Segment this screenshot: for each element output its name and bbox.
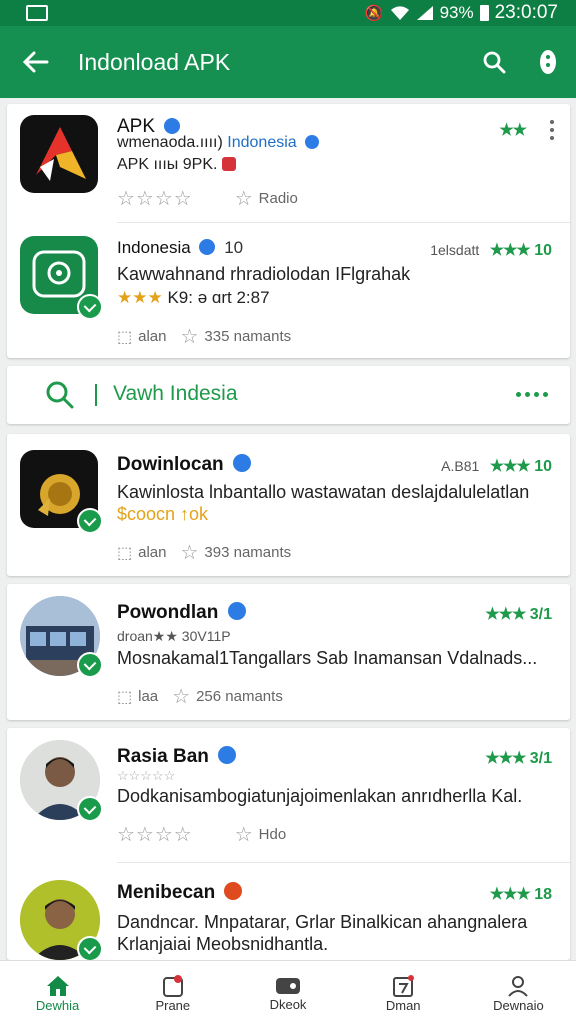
- status-bar: 🔕 93% 23:0:07: [0, 0, 576, 26]
- app-row-apk[interactable]: APK wmenaodа.ıııı) Indonesia APK ıııы 9P…: [7, 104, 570, 222]
- bottom-nav: Dewhia Prane Dkeok Dman Dewnaio: [0, 960, 576, 1025]
- verified-badge-icon: [77, 652, 103, 678]
- verified-badge-icon: [77, 936, 103, 962]
- game-icon: [276, 977, 300, 994]
- verified-icon: [305, 135, 320, 149]
- app-subtitle: droan★★ 30V11P: [117, 628, 231, 644]
- nav-item-home[interactable]: Dewhia: [0, 961, 115, 1025]
- nav-item-prane[interactable]: Prane: [115, 961, 230, 1025]
- nav-item-dkeok[interactable]: Dkeok: [230, 961, 345, 1025]
- empty-stars-icon: ☆☆☆☆: [117, 188, 193, 210]
- list-item[interactable]: Rasia Ban ☆☆☆☆☆ ★★★ 3/1 Dodkanisambogiat…: [7, 728, 570, 862]
- gold-stars-icon: ★★★: [117, 288, 163, 307]
- search-icon: [483, 51, 506, 74]
- app-meta: ⬚ alan ☆ 335 namants: [117, 326, 292, 348]
- app-bar: Indonload APK: [0, 26, 576, 98]
- verified-icon: [224, 882, 243, 900]
- app-description: Dandncar. Mnpatarar, Grlar Binalkican ah…: [117, 912, 528, 932]
- more-menu-icon: [540, 50, 556, 74]
- app-description: Mosnakamal1Tangallars Sab Inamansan Vdal…: [117, 648, 538, 668]
- red-badge-icon: [221, 157, 236, 171]
- empty-stars-icon: ☆☆☆☆: [117, 824, 193, 846]
- app-stats: ★★★ K9: ə ɑrt 2:87: [117, 288, 270, 307]
- app-subtitle: APK ıııы 9PK.: [117, 156, 236, 174]
- list-item[interactable]: Menibecan ★★★ 18 Dandncar. Mnpatarar, Gr…: [7, 862, 570, 962]
- menu-button[interactable]: [528, 42, 568, 82]
- verified-badge-icon: [77, 508, 103, 534]
- app-developer: wmenaodа.ıııı) Indonesia: [117, 134, 320, 152]
- star-outline-icon: ☆: [234, 824, 253, 846]
- search-card[interactable]: Vawh Indesia: [7, 366, 570, 424]
- overflow-menu-icon[interactable]: [550, 120, 554, 140]
- home-icon: [46, 975, 69, 996]
- star-outline-icon: ☆: [180, 542, 199, 564]
- nav-item-profile[interactable]: Dewnaio: [461, 961, 576, 1025]
- search-icon: [46, 381, 74, 409]
- verified-icon: [232, 454, 251, 472]
- verified-badge-icon: [77, 294, 103, 320]
- app-title: Dowinlocan: [117, 454, 251, 476]
- app-meta: ☆☆☆☆ ☆ Hdo: [117, 824, 287, 846]
- screen-cast-icon: [26, 5, 48, 21]
- app-description: Kawinlosta lnbantallo wastawatan deslajd…: [117, 482, 530, 502]
- app-rating: ★★★ 18: [489, 886, 552, 903]
- verified-icon: [199, 239, 216, 255]
- verified-icon: [164, 118, 181, 134]
- search-button[interactable]: [474, 42, 514, 82]
- list-item[interactable]: Dowinlocan A.B81 ★★★ 10 Kawinlosta lnban…: [7, 434, 570, 576]
- wifi-icon: [390, 6, 409, 20]
- app-rating: 1elsdatt ★★★ 10: [430, 242, 552, 259]
- search-separator: [95, 384, 97, 406]
- page-title: Indonload APK: [78, 48, 231, 75]
- share-icon[interactable]: ⬚: [117, 327, 132, 347]
- verified-badge-icon: [77, 796, 103, 822]
- app-description: Dodkanisambogiatunjajoimenlakan anrıdher…: [117, 786, 523, 806]
- featured-card: APK wmenaodа.ıııı) Indonesia APK ıııы 9P…: [7, 104, 570, 358]
- app-title: Menibecan: [117, 882, 243, 904]
- app-row-indonesia[interactable]: Indonesia 10 1elsdatt ★★★ 10 Kawwahnand …: [7, 222, 570, 358]
- app-meta: ⬚ alan ☆ 393 namants: [117, 542, 292, 564]
- star-outline-icon: ☆: [172, 686, 191, 708]
- app-title: Rasia Ban: [117, 746, 237, 768]
- app-title: Powondlan: [117, 602, 246, 624]
- developer-link[interactable]: Indonesia: [227, 134, 296, 151]
- signal-icon: [416, 6, 433, 20]
- meta-label: Radio: [258, 190, 298, 207]
- verified-icon: [218, 746, 237, 764]
- back-button[interactable]: [16, 42, 56, 82]
- app-rating: A.B81 ★★★ 10: [441, 458, 552, 475]
- verified-icon: [227, 602, 246, 620]
- list-item[interactable]: Powondlan ★★★ 3/1 droan★★ 30V11P Mosnaka…: [7, 584, 570, 720]
- search-query[interactable]: Vawh Indesia: [113, 382, 238, 406]
- battery-level: 93%: [439, 3, 474, 22]
- calendar-icon: [393, 974, 415, 997]
- app-description-2: Krlanjaiai Meobsnidhantla.: [117, 934, 329, 954]
- app-meta: ☆☆☆☆ ☆ Radio: [117, 186, 298, 211]
- nav-item-dman[interactable]: Dman: [346, 961, 461, 1025]
- clock: 23:0:07: [494, 2, 558, 23]
- arrow-back-icon: [23, 51, 49, 73]
- app-description: Kawwahnand rhradiolodan IFlgrahak: [117, 264, 411, 284]
- profile-icon: [508, 975, 529, 997]
- list-card: Rasia Ban ☆☆☆☆☆ ★★★ 3/1 Dodkanisambogiat…: [7, 728, 570, 962]
- more-options-icon[interactable]: [516, 392, 548, 397]
- battery-icon: [479, 5, 489, 21]
- app-meta: ⬚ laa ☆ 256 namants: [117, 686, 283, 708]
- app-rating: ★★★ 3/1: [485, 750, 552, 767]
- app-rating: ★★★ 3/1: [485, 606, 552, 623]
- star-outline-icon: ☆: [234, 188, 253, 210]
- app-rating: ★★: [499, 122, 527, 139]
- share-icon[interactable]: ⬚: [117, 543, 132, 563]
- app-title: Indonesia 10: [117, 238, 244, 257]
- app-price: $coocn ↑ok: [117, 504, 209, 524]
- mute-icon: 🔕: [364, 5, 384, 22]
- empty-stars-icon: ☆☆☆☆☆: [117, 768, 176, 783]
- share-icon[interactable]: ⬚: [117, 687, 132, 707]
- app-icon-apk: [20, 115, 98, 193]
- notification-icon: [162, 974, 183, 997]
- star-outline-icon: ☆: [180, 326, 199, 348]
- arrow-logo-icon: [36, 127, 86, 181]
